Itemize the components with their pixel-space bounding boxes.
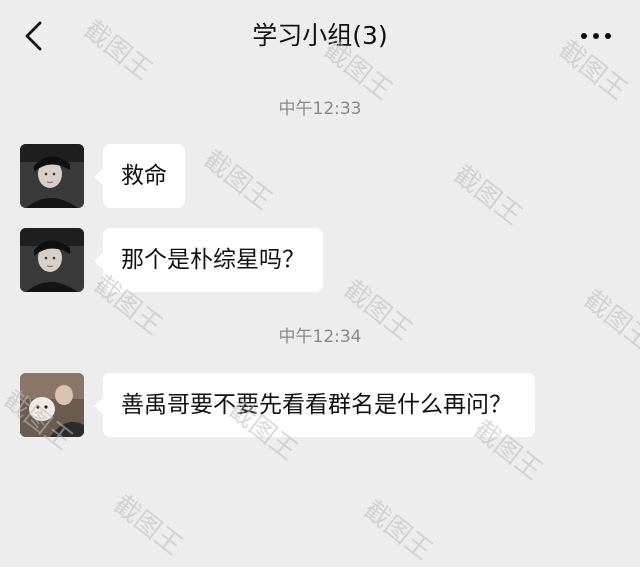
message-bubble[interactable]: 善禹哥要不要先看看群名是什么再问？ [94, 373, 535, 437]
avatar[interactable] [20, 373, 84, 437]
watermark: 截图王 [107, 489, 188, 562]
watermark: 截图王 [357, 494, 438, 567]
timestamp: 中午12:34 [278, 327, 362, 347]
member-photo-icon [20, 228, 84, 292]
chat-header: 学习小组(3) [0, 0, 640, 76]
message-bubble[interactable]: 救命 [94, 144, 185, 208]
timestamp: 中午12:33 [278, 99, 362, 119]
member-photo-icon [20, 373, 84, 437]
avatar[interactable] [20, 144, 84, 208]
chat-title: 学习小组(3) [252, 21, 388, 50]
watermark: 截图王 [447, 159, 528, 232]
more-dots-icon [581, 33, 611, 39]
member-photo-icon [20, 144, 84, 208]
avatar[interactable] [20, 228, 84, 292]
watermark: 截图王 [197, 144, 278, 217]
more-options-button[interactable] [576, 20, 616, 52]
message-bubble[interactable]: 那个是朴综星吗？ [94, 228, 323, 292]
